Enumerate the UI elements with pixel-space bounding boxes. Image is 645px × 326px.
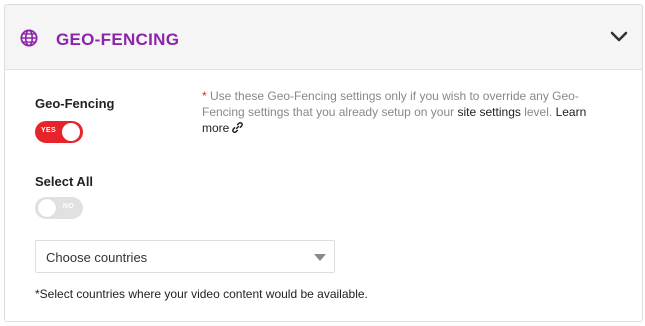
panel-title: GEO-FENCING [56, 30, 180, 49]
site-settings-link[interactable]: site settings [458, 105, 521, 119]
panel-header[interactable]: GEO-FENCING [5, 5, 642, 70]
globe-icon [20, 29, 38, 47]
chevron-down-icon[interactable] [610, 30, 628, 44]
select-all-label: Select All [35, 174, 94, 189]
caret-down-icon [314, 254, 326, 261]
geo-fencing-panel: GEO-FENCING Geo-Fencing YES Select All N… [4, 4, 643, 322]
geo-fencing-toggle[interactable]: YES [35, 121, 83, 143]
select-all-toggle[interactable]: NO [35, 197, 83, 219]
choose-countries-select[interactable]: Choose countries [35, 240, 335, 273]
helper-text: *Select countries where your video conte… [35, 287, 368, 301]
toggle-text: NO [62, 203, 74, 210]
toggle-knob [62, 123, 80, 141]
note-text-after: level. [520, 105, 556, 119]
geo-fencing-label: Geo-Fencing [35, 96, 115, 111]
toggle-text: YES [41, 127, 56, 134]
external-link-icon[interactable] [232, 122, 244, 133]
select-placeholder: Choose countries [46, 250, 148, 265]
override-note: * Use these Geo-Fencing settings only if… [202, 88, 598, 136]
toggle-knob [38, 199, 56, 217]
panel-body: Geo-Fencing YES Select All NO * Use thes… [5, 70, 642, 321]
